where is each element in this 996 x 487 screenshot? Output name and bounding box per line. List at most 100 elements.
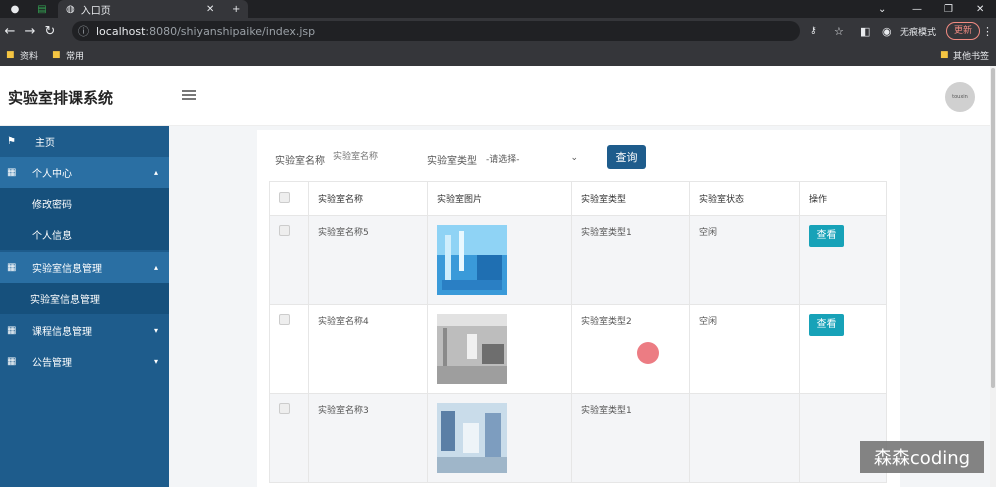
reload-icon[interactable]: ↻ [40, 24, 60, 39]
lab-image[interactable] [437, 314, 507, 384]
other-bookmarks[interactable]: 其他书签 [953, 49, 989, 62]
col-header: 实验室类型 [571, 181, 690, 216]
key-icon[interactable]: ⚷ [810, 26, 817, 36]
sidebar-item-lab-management[interactable]: ▦ 实验室信息管理 ▴ [0, 252, 169, 283]
grid-icon: ▦ [7, 325, 17, 336]
grid-icon: ▦ [7, 356, 17, 367]
url-path: :8080/shiyanshipaike/index.jsp [145, 24, 316, 38]
back-icon[interactable]: ← [0, 24, 20, 39]
new-tab-icon[interactable]: + [232, 0, 246, 18]
sheet-tab-icon[interactable]: ▤ [30, 0, 54, 18]
lab-type-cell: 实验室类型2 [571, 304, 690, 394]
row-checkbox[interactable] [279, 403, 290, 414]
lab-image-cell [427, 393, 572, 483]
query-button[interactable]: 查询 [607, 145, 646, 169]
globe-icon: ◍ [66, 3, 75, 15]
bookmarks-bar: ■ 资料 ■ 常用 ■ 其他书签 [0, 44, 996, 66]
lab-image[interactable] [437, 403, 507, 473]
sidepanel-icon[interactable]: ◧ [860, 25, 870, 38]
sidebar-item-label: 个人中心 [32, 169, 72, 180]
incognito-icon: ◉ [882, 24, 892, 38]
checkbox-cell [269, 304, 309, 394]
info-icon: ⓘ [78, 25, 89, 38]
folder-icon: ■ [6, 50, 15, 60]
lab-type-select[interactable]: -请选择- ⌄ [486, 148, 582, 168]
tab-search-icon[interactable]: ⌄ [878, 0, 886, 18]
app-header: 实验室排课系统 touxin [0, 66, 990, 126]
star-icon[interactable]: ☆ [834, 25, 844, 38]
minimize-icon[interactable]: — [912, 0, 922, 18]
row-checkbox[interactable] [279, 314, 290, 325]
incognito-label: 无痕模式 [900, 27, 937, 38]
lab-name-cell: 实验室名称5 [308, 215, 428, 305]
lab-status-cell [689, 393, 800, 483]
sidebar-item-label: 公告管理 [32, 358, 72, 369]
folder-icon: ■ [940, 50, 949, 60]
address-bar-row: ← → ↻ ⓘ localhost :8080/shiyanshipaike/i… [0, 18, 996, 44]
flag-icon: ⚑ [7, 136, 16, 147]
lab-table: 实验室名称 实验室图片 实验室类型 实验室状态 操作 实验室名称5 实验室类型1 [269, 181, 887, 483]
url-field[interactable]: ⓘ localhost :8080/shiyanshipaike/index.j… [72, 21, 817, 41]
select-all-cell [269, 181, 309, 216]
lab-type-label: 实验室类型 [427, 156, 477, 167]
close-tab-icon[interactable]: ✕ [206, 4, 214, 15]
sidebar-item-lab-info[interactable]: 实验室信息管理 [0, 283, 169, 314]
folder-icon: ■ [52, 50, 61, 60]
checkbox-cell [269, 393, 309, 483]
page-scrollbar[interactable] [990, 66, 996, 487]
lab-status-cell: 空闲 [689, 215, 800, 305]
menu-dots-icon[interactable]: ⋮ [982, 25, 993, 38]
restore-icon[interactable]: ❐ [944, 0, 953, 18]
avatar[interactable]: touxin [945, 82, 975, 112]
scrollbar-thumb[interactable] [991, 68, 995, 388]
forward-icon[interactable]: → [20, 24, 40, 39]
table-row: 实验室名称5 实验室类型1 空闲 查看 [269, 215, 887, 305]
grid-icon: ▦ [7, 167, 17, 178]
sidebar: ⚑ 主页 ▦ 个人中心 ▴ 修改密码 个人信息 ▦ 实验室信息管理 ▴ 实验室信… [0, 126, 169, 487]
sidebar-item-announcements[interactable]: ▦ 公告管理 ▾ [0, 346, 169, 377]
lab-name-cell: 实验室名称4 [308, 304, 428, 394]
sidebar-item-personal-center[interactable]: ▦ 个人中心 ▴ [0, 157, 169, 188]
view-button[interactable]: 查看 [809, 314, 844, 336]
table-row: 实验室名称4 实验室类型2 空闲 查看 [269, 304, 887, 394]
tab-active[interactable]: ◍ 入口页 ✕ [58, 0, 248, 18]
action-cell: 查看 [799, 215, 887, 305]
table-row: 实验室名称3 实验室类型1 [269, 393, 887, 483]
browser-tab-bar: ● ▤ ◍ 入口页 ✕ + ⌄ — ❐ ✕ [0, 0, 996, 18]
click-indicator [637, 342, 659, 364]
table-header-row: 实验室名称 实验室图片 实验室类型 实验室状态 操作 [269, 181, 887, 216]
sidebar-item-label: 主页 [35, 138, 55, 149]
sidebar-item-course-management[interactable]: ▦ 课程信息管理 ▾ [0, 315, 169, 346]
bookmark-item[interactable]: 资料 [20, 49, 38, 62]
sidebar-item-change-password[interactable]: 修改密码 [0, 188, 169, 219]
view-button[interactable]: 查看 [809, 225, 844, 247]
sidebar-item-personal-info[interactable]: 个人信息 [0, 219, 169, 250]
lab-name-label: 实验室名称 [275, 156, 325, 167]
lab-type-cell: 实验室类型1 [571, 215, 690, 305]
select-value: -请选择- [486, 154, 520, 165]
chrome-icon: ● [10, 3, 20, 15]
col-header: 实验室状态 [689, 181, 800, 216]
col-header: 实验室名称 [308, 181, 428, 216]
update-button[interactable]: 更新 [946, 22, 980, 40]
url-host: localhost [96, 24, 146, 38]
lab-name-input[interactable] [333, 147, 415, 167]
tab-title: 入口页 [80, 5, 111, 17]
app-title: 实验室排课系统 [8, 89, 114, 107]
chevron-down-icon: ⌄ [570, 153, 578, 163]
lab-image-cell [427, 215, 572, 305]
row-checkbox[interactable] [279, 225, 290, 236]
sidebar-item-label: 个人信息 [32, 231, 72, 242]
hamburger-menu-icon[interactable] [182, 90, 196, 100]
grid-icon: ▦ [7, 262, 17, 273]
sidebar-item-home[interactable]: ⚑ 主页 [0, 126, 169, 157]
sidebar-item-label: 实验室信息管理 [32, 264, 102, 275]
select-all-checkbox[interactable] [279, 191, 290, 203]
watermark: 森森coding [860, 441, 984, 473]
lab-image-cell [427, 304, 572, 394]
close-window-icon[interactable]: ✕ [976, 0, 984, 18]
bookmark-item[interactable]: 常用 [66, 49, 84, 62]
caret-up-icon: ▴ [154, 168, 159, 177]
lab-image[interactable] [437, 225, 507, 295]
sidebar-item-label: 修改密码 [32, 200, 72, 211]
